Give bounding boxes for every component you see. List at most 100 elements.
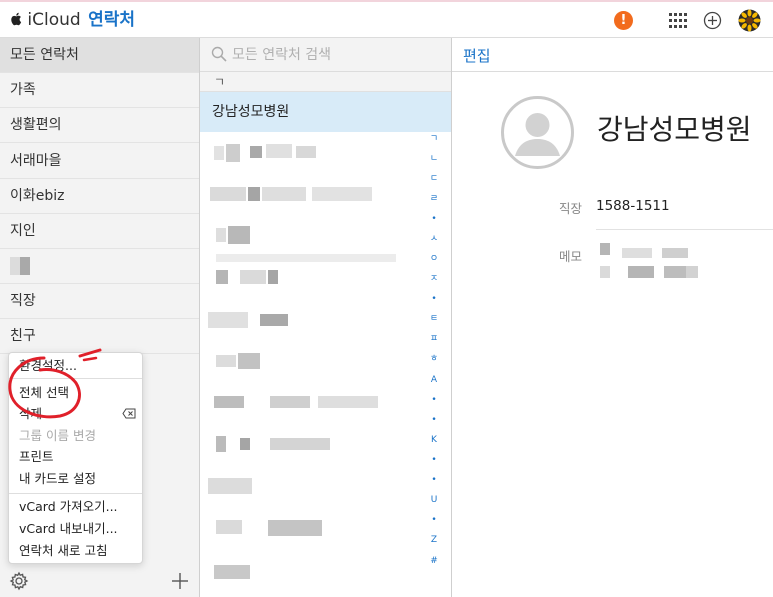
search-icon [211, 46, 227, 62]
redacted-block [208, 312, 248, 328]
add-circle-icon[interactable] [703, 11, 722, 30]
index-letter[interactable]: U [427, 495, 441, 505]
redacted-block [296, 146, 316, 158]
redacted-block [266, 144, 292, 158]
redacted-block [240, 438, 250, 450]
index-letter[interactable]: ㅅ [427, 234, 441, 244]
menu-import-vcard[interactable]: vCard 가져오기... [19, 499, 118, 515]
index-letter[interactable]: K [427, 435, 441, 445]
redacted-block [600, 243, 610, 255]
index-letter[interactable]: ㅇ [427, 254, 441, 264]
contact-detail: 편집 강남성모병원 직장 1588-1511 메모 [452, 38, 773, 597]
index-letter[interactable]: • [427, 395, 441, 405]
index-letter[interactable]: ㅌ [427, 314, 441, 324]
search-bar [200, 38, 451, 72]
contact-list: ㄱ 강남성모병원 [200, 38, 452, 597]
menu-preferences[interactable]: 환경설정... [19, 358, 77, 374]
contact-row[interactable] [200, 216, 451, 262]
index-letter[interactable]: • [427, 455, 441, 465]
index-letter[interactable]: • [427, 515, 441, 525]
index-letter[interactable]: ㄷ [427, 174, 441, 184]
app-brand[interactable]: iCloud 연락처 [10, 10, 135, 30]
search-input[interactable] [232, 43, 432, 67]
contact-row[interactable] [200, 258, 451, 299]
group-work[interactable]: 직장 [0, 284, 199, 319]
detail-toolbar: 편집 [452, 38, 773, 72]
contact-photo-icon[interactable] [501, 96, 574, 169]
group-friends[interactable]: 친구 [0, 319, 199, 354]
group-living[interactable]: 생활편의 [0, 108, 199, 143]
edit-button[interactable]: 편집 [463, 45, 491, 66]
index-letter[interactable]: ㄱ [427, 134, 441, 144]
index-letter[interactable]: ㄴ [427, 154, 441, 164]
group-redacted[interactable] [0, 249, 199, 284]
contact-row[interactable] [200, 134, 451, 175]
redacted-block [622, 248, 652, 258]
group-ewha-ebiz[interactable]: 이화ebiz [0, 179, 199, 214]
menu-set-my-card[interactable]: 내 카드로 설정 [19, 471, 96, 487]
group-all-contacts[interactable]: 모든 연락처 [0, 38, 199, 73]
index-letter[interactable]: ㅍ [427, 334, 441, 344]
app-grid-icon[interactable] [669, 13, 687, 29]
index-letter[interactable]: ㄹ [427, 194, 441, 204]
add-button[interactable] [170, 571, 190, 591]
index-letter[interactable]: • [427, 214, 441, 224]
redacted-block [216, 436, 226, 452]
index-letter[interactable]: # [427, 556, 441, 566]
redacted-block [628, 266, 654, 278]
contact-row[interactable] [200, 553, 451, 594]
redacted-block [262, 187, 306, 201]
group-seorae[interactable]: 서래마을 [0, 144, 199, 179]
menu-print[interactable]: 프린트 [19, 449, 54, 465]
brand-name: iCloud [27, 10, 81, 30]
contact-row[interactable] [200, 300, 451, 341]
menu-select-all[interactable]: 전체 선택 [19, 385, 69, 401]
avatar-icon[interactable] [738, 9, 761, 32]
contact-row[interactable] [200, 175, 451, 216]
index-letter[interactable]: • [427, 294, 441, 304]
index-letter[interactable]: A [427, 375, 441, 385]
contact-row[interactable] [200, 341, 451, 382]
menu-delete[interactable]: 삭제 [19, 406, 42, 422]
menu-rename-group: 그룹 이름 변경 [19, 428, 96, 443]
contact-row[interactable] [200, 466, 451, 507]
gear-icon[interactable] [9, 571, 29, 591]
section-header: ㄱ [200, 72, 451, 92]
redacted-block [214, 565, 250, 579]
redacted-block [664, 266, 686, 278]
redacted-block [318, 396, 378, 408]
redacted-block [214, 396, 244, 408]
index-letter[interactable]: ㅈ [427, 274, 441, 284]
menu-export-vcard[interactable]: vCard 내보내기... [19, 521, 118, 537]
contact-row[interactable] [200, 508, 451, 549]
menu-refresh-contacts[interactable]: 연락처 새로 고침 [19, 543, 107, 559]
field-label-memo: 메모 [559, 249, 583, 264]
redacted-block [250, 146, 262, 158]
group-acquaintance[interactable]: 지인 [0, 214, 199, 249]
menu-divider [9, 493, 142, 494]
index-letter[interactable]: • [427, 415, 441, 425]
redacted-block [662, 248, 688, 258]
redacted-block [214, 146, 224, 160]
alert-icon[interactable]: ! [614, 11, 633, 30]
field-value-work[interactable]: 1588-1511 [596, 198, 670, 214]
redacted-block [270, 438, 330, 450]
index-letter[interactable]: • [427, 475, 441, 485]
field-divider [596, 229, 773, 230]
index-letter[interactable]: ㅎ [427, 354, 441, 364]
group-family[interactable]: 가족 [0, 73, 199, 108]
redacted-block [238, 353, 260, 369]
contact-row[interactable] [200, 424, 451, 465]
contact-row-selected[interactable]: 강남성모병원 [200, 92, 451, 132]
redacted-block [270, 396, 310, 408]
index-letter[interactable]: Z [427, 535, 441, 545]
redacted-block [20, 257, 30, 275]
redacted-block [312, 187, 372, 201]
contact-row[interactable] [200, 382, 451, 423]
redacted-block [268, 270, 278, 284]
menu-divider [9, 378, 142, 379]
redacted-block [260, 314, 288, 326]
field-label-work: 직장 [559, 201, 583, 216]
redacted-block [210, 187, 246, 201]
redacted-block [600, 266, 610, 278]
